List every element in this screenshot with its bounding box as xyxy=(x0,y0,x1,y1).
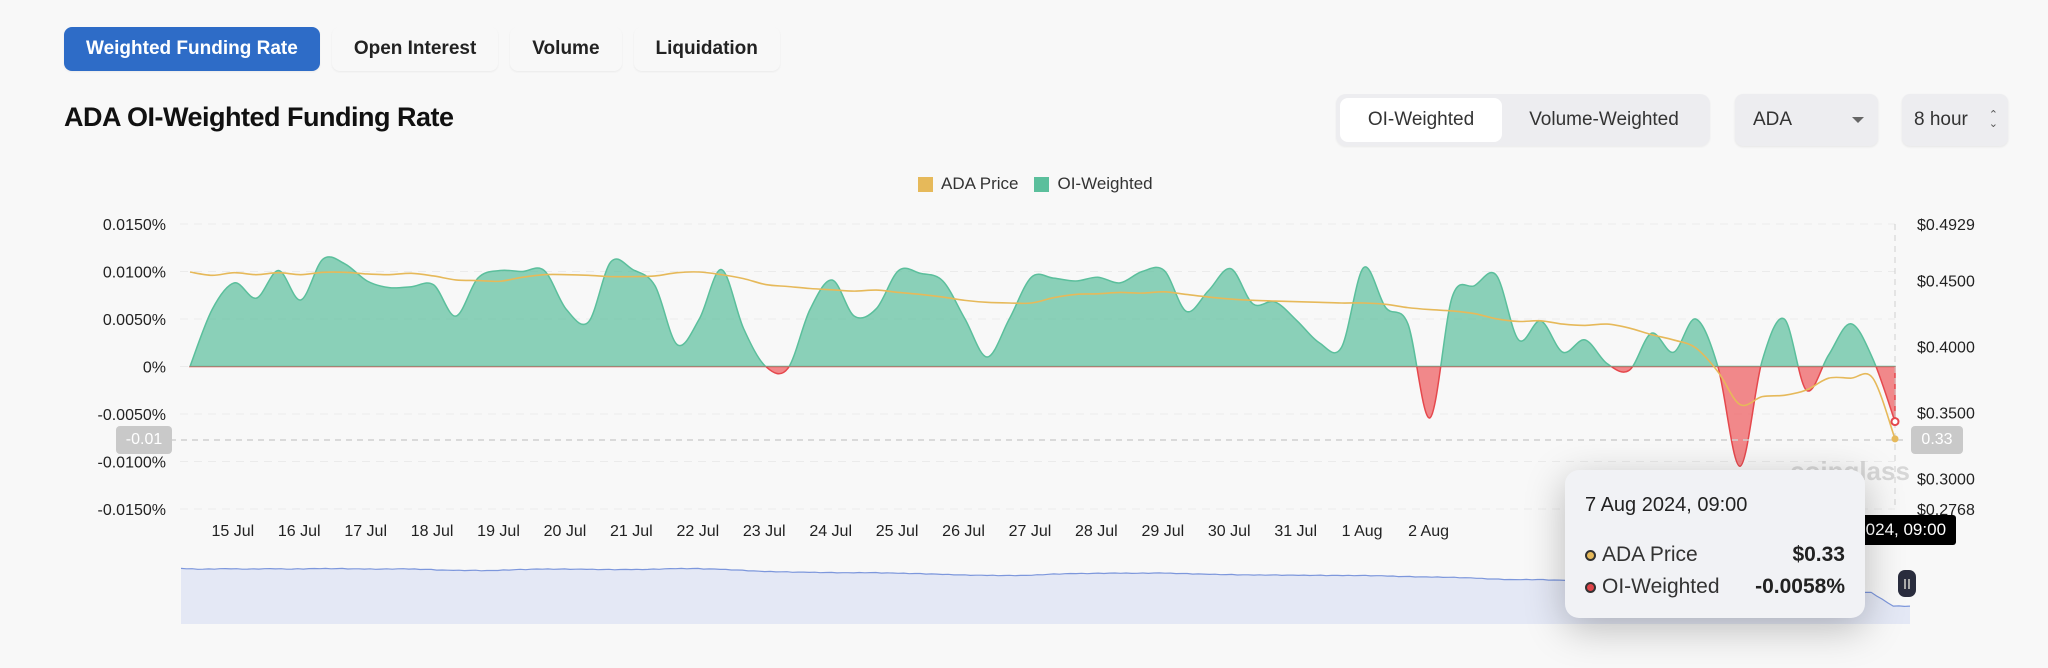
tooltip-row-oi-weighted: OI-Weighted -0.0058% xyxy=(1585,571,1845,603)
crosshair-right-tag: 0.33 xyxy=(1911,426,1963,454)
x-tick-label: 24 Jul xyxy=(809,523,852,540)
x-tick-label: 29 Jul xyxy=(1141,523,1184,540)
x-tick-label: 21 Jul xyxy=(610,523,653,540)
y-axis-right: $0.4929$0.4500$0.4000$0.3500$0.3000$0.27… xyxy=(1917,217,1975,519)
x-axis: 15 Jul 16 Jul 17 Jul 18 Jul 19 Jul 20 Jul 21 J… xyxy=(211,523,1449,540)
funding-area-positive xyxy=(189,256,1896,367)
y-left-tick-label: -0.0100% xyxy=(98,455,167,472)
x-tick-label: 15 Jul xyxy=(211,523,254,540)
x-tick-label: 26 Jul xyxy=(942,523,985,540)
tooltip-dot-price xyxy=(1585,549,1596,561)
y-left-tick-label: 0.0100% xyxy=(103,265,166,282)
y-right-tick-label: $0.3000 xyxy=(1917,471,1975,488)
tooltip-date: 7 Aug 2024, 09:00 xyxy=(1585,494,1748,516)
funding-area xyxy=(188,256,1896,468)
x-tick-label: 2 Aug xyxy=(1408,523,1449,540)
tooltip-label-oi-weighted: OI-Weighted xyxy=(1602,575,1720,598)
crosshair-left-tag: -0.01 xyxy=(116,426,172,454)
tooltip-label-price: ADA Price xyxy=(1602,543,1698,566)
x-tick-label: 27 Jul xyxy=(1009,523,1052,540)
x-tick-label: 28 Jul xyxy=(1075,523,1118,540)
x-tick-label: 17 Jul xyxy=(344,523,387,540)
y-right-tick-label: $0.4000 xyxy=(1917,340,1975,357)
x-tick-label: 31 Jul xyxy=(1274,523,1317,540)
x-tick-label: 1 Aug xyxy=(1342,523,1383,540)
y-right-tick-label: $0.3500 xyxy=(1917,405,1975,422)
tooltip-row-price: ADA Price $0.33 xyxy=(1585,539,1845,571)
chart-tooltip: 7 Aug 2024, 09:00 ADA Price $0.33 OI-Wei… xyxy=(1565,470,1865,618)
x-tick-label: 19 Jul xyxy=(477,523,520,540)
crosshair-funding-point xyxy=(1890,417,1900,427)
tooltip-value-price: $0.33 xyxy=(1792,543,1845,566)
y-left-tick-label: 0.0050% xyxy=(103,312,166,329)
x-tick-label: 20 Jul xyxy=(544,523,587,540)
x-tick-label: 18 Jul xyxy=(411,523,454,540)
crosshair-price-point xyxy=(1891,435,1899,443)
y-left-tick-label: -0.0150% xyxy=(98,502,167,519)
tooltip-dot-oi-weighted xyxy=(1585,581,1596,593)
y-left-tick-label: 0% xyxy=(143,360,166,377)
y-left-tick-label: 0.0150% xyxy=(103,217,166,234)
crosshair-x-tag: 7 Aug 2024, 09:00 xyxy=(1808,515,1957,545)
navigator-handle[interactable] xyxy=(1898,570,1916,597)
y-left-tick-label: -0.0050% xyxy=(98,407,167,424)
x-tick-label: 22 Jul xyxy=(676,523,719,540)
x-tick-label: 16 Jul xyxy=(278,523,321,540)
x-tick-label: 23 Jul xyxy=(743,523,786,540)
y-right-tick-label: $0.4929 xyxy=(1917,217,1975,234)
x-tick-label: 30 Jul xyxy=(1208,523,1251,540)
y-axis-left: 0.0150% 0.0100% 0.0050% 0% -0.0050% -0.0100% -… xyxy=(98,217,167,519)
y-right-tick-label: $0.4500 xyxy=(1917,274,1975,291)
x-tick-label: 25 Jul xyxy=(876,523,919,540)
tooltip-value-oi-weighted: -0.0058% xyxy=(1755,575,1845,598)
